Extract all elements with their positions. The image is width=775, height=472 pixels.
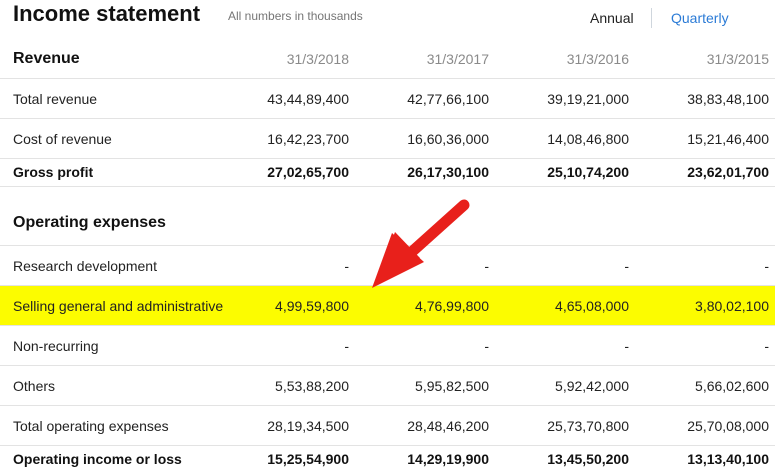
page-header: Income statement All numbers in thousand… <box>0 0 775 36</box>
row-value: 27,02,65,700 <box>267 164 349 180</box>
table-row-cost-of-revenue: Cost of revenue 16,42,23,700 16,60,36,00… <box>0 119 775 159</box>
page-title: Income statement <box>13 1 201 26</box>
row-label: Total operating expenses <box>13 418 169 434</box>
row-value: 13,13,40,100 <box>687 451 769 467</box>
row-label: Total revenue <box>13 91 98 107</box>
row-value: - <box>344 258 349 274</box>
row-value: 25,73,70,800 <box>547 418 629 434</box>
row-value: 14,29,19,900 <box>407 451 489 467</box>
row-value: - <box>484 338 489 354</box>
row-value: 14,08,46,800 <box>547 131 629 147</box>
row-value: 25,70,08,000 <box>687 418 769 434</box>
table-row-research-development: Research development - - - - <box>0 246 775 286</box>
row-value: 15,21,46,400 <box>687 131 769 147</box>
row-value: - <box>624 338 629 354</box>
column-header: 31/3/2018 <box>286 51 349 67</box>
units-note: All numbers in thousands <box>228 9 363 23</box>
annual-toggle[interactable]: Annual <box>590 10 634 26</box>
row-value: 26,17,30,100 <box>407 164 489 180</box>
row-value: 5,66,02,600 <box>695 378 769 394</box>
row-value: 42,77,66,100 <box>407 91 489 107</box>
toggle-divider <box>651 8 652 28</box>
row-value: 16,60,36,000 <box>407 131 489 147</box>
row-value: 23,62,01,700 <box>687 164 769 180</box>
revenue-header-row: Revenue 31/3/2018 31/3/2017 31/3/2016 31… <box>0 39 775 79</box>
row-value: 38,83,48,100 <box>687 91 769 107</box>
row-label: Operating income or loss <box>13 451 182 467</box>
row-value: 13,45,50,200 <box>547 451 629 467</box>
table-row-gross-profit: Gross profit 27,02,65,700 26,17,30,100 2… <box>0 159 775 187</box>
table-row-total-operating-expenses: Total operating expenses 28,19,34,500 28… <box>0 406 775 446</box>
row-label: Cost of revenue <box>13 131 112 147</box>
quarterly-toggle[interactable]: Quarterly <box>671 10 729 26</box>
row-value: 3,80,02,100 <box>695 298 769 314</box>
row-label: Selling general and administrative <box>13 298 224 314</box>
row-value: - <box>484 258 489 274</box>
table-row-others: Others 5,53,88,200 5,95,82,500 5,92,42,0… <box>0 366 775 406</box>
row-value: 5,53,88,200 <box>275 378 349 394</box>
row-value: 4,99,59,800 <box>275 298 349 314</box>
column-header: 31/3/2015 <box>706 51 769 67</box>
row-value: 5,92,42,000 <box>555 378 629 394</box>
section-title-revenue: Revenue <box>13 50 80 67</box>
column-header: 31/3/2016 <box>566 51 629 67</box>
table-row-operating-income: Operating income or loss 15,25,54,900 14… <box>0 446 775 471</box>
row-value: 28,48,46,200 <box>407 418 489 434</box>
row-value: 4,76,99,800 <box>415 298 489 314</box>
table-row-total-revenue: Total revenue 43,44,89,400 42,77,66,100 … <box>0 79 775 119</box>
row-value: 4,65,08,000 <box>555 298 629 314</box>
row-label: Research development <box>13 258 157 274</box>
row-value: 15,25,54,900 <box>267 451 349 467</box>
row-value: - <box>624 258 629 274</box>
row-value: 16,42,23,700 <box>267 131 349 147</box>
row-label: Gross profit <box>13 164 94 180</box>
row-value: - <box>764 258 769 274</box>
table-row-sga-highlighted: Selling general and administrative 4,99,… <box>0 286 775 326</box>
row-value: 28,19,34,500 <box>267 418 349 434</box>
operating-expenses-header-row: Operating expenses <box>0 199 775 246</box>
row-value: 5,95,82,500 <box>415 378 489 394</box>
section-title-operating: Operating expenses <box>13 214 166 231</box>
row-value: 25,10,74,200 <box>547 164 629 180</box>
row-value: 43,44,89,400 <box>267 91 349 107</box>
row-label: Others <box>13 378 56 394</box>
row-value: - <box>344 338 349 354</box>
row-value: - <box>764 338 769 354</box>
row-label: Non-recurring <box>13 338 99 354</box>
column-header: 31/3/2017 <box>426 51 489 67</box>
table-row-non-recurring: Non-recurring - - - - <box>0 326 775 366</box>
row-value: 39,19,21,000 <box>547 91 629 107</box>
